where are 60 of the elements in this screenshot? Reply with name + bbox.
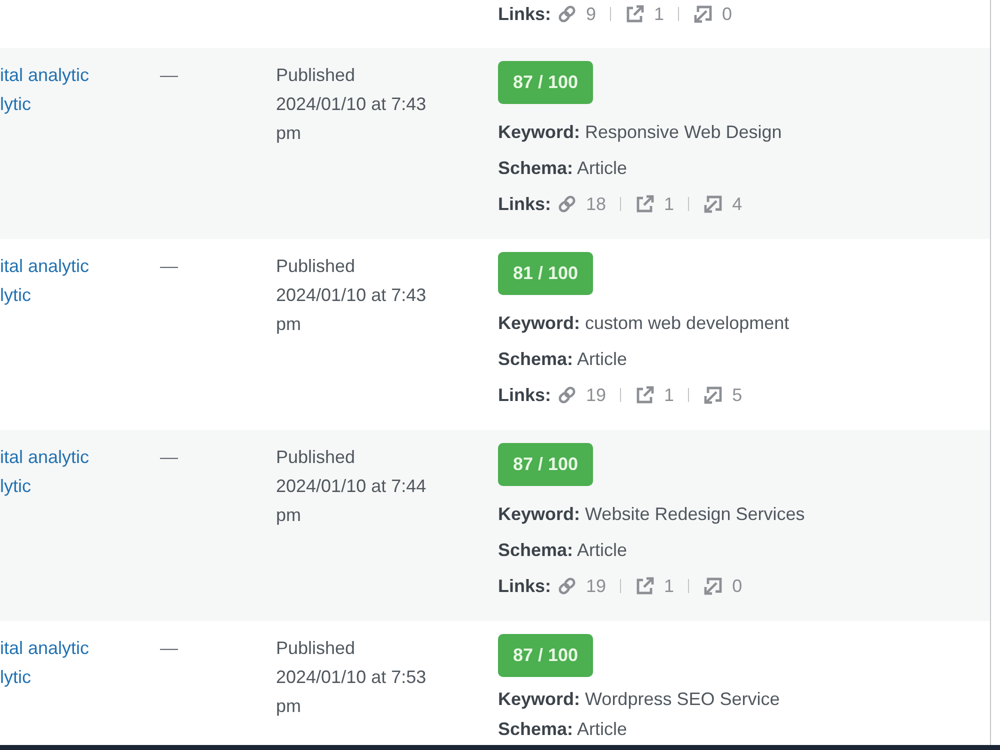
term-link[interactable]: lytic	[0, 663, 31, 692]
empty-value-dash: —	[160, 637, 178, 660]
chain-link-icon	[557, 385, 578, 405]
links-label: Links:	[498, 576, 552, 596]
seo-score-badge: 87 / 100	[498, 443, 594, 486]
incoming-arrow-box-icon	[703, 385, 724, 405]
chain-link-icon	[557, 194, 578, 214]
empty-value-dash: —	[160, 255, 178, 278]
term-link[interactable]: lytic	[0, 281, 31, 310]
term-link[interactable]: ital analytic	[0, 634, 90, 663]
focus-keyword: Keyword: Website Redesign Services	[498, 503, 805, 526]
incoming-link-count: 4	[732, 194, 742, 214]
external-link-icon	[635, 385, 656, 405]
post-status: Published	[276, 255, 356, 278]
external-link-count: 1	[654, 4, 664, 24]
empty-value-dash: —	[160, 446, 178, 469]
internal-link-count: 19	[586, 576, 606, 596]
schema-type: Schema: Article	[498, 718, 628, 741]
term-link[interactable]: ital analytic	[0, 61, 90, 90]
external-link-count: 1	[664, 384, 674, 406]
term-link[interactable]: ital analytic	[0, 252, 90, 281]
publish-date: 2024/01/10 at 7:43 pm	[276, 284, 428, 336]
term-link[interactable]: lytic	[0, 472, 31, 501]
external-link-icon	[635, 194, 656, 214]
seo-score-badge: 87 / 100	[498, 61, 594, 104]
external-link-count: 1	[664, 576, 674, 596]
schema-type: Schema: Article	[498, 539, 628, 562]
schema-type: Schema: Article	[498, 157, 628, 180]
schema-type: Schema: Article	[498, 348, 628, 371]
post-status: Published	[276, 64, 356, 87]
publish-date: 2024/01/10 at 7:53 pm	[276, 666, 428, 718]
chain-link-icon	[557, 576, 578, 596]
seo-score-badge: 81 / 100	[498, 252, 594, 295]
external-link-icon	[625, 4, 646, 24]
post-status: Published	[276, 637, 356, 660]
internal-link-count: 19	[586, 384, 606, 406]
incoming-link-count: 0	[732, 576, 742, 596]
internal-link-count: 18	[586, 194, 606, 214]
incoming-link-count: 5	[732, 384, 742, 406]
incoming-arrow-box-icon	[703, 576, 724, 596]
external-link-count: 1	[664, 194, 674, 214]
focus-keyword: Keyword: custom web development	[498, 312, 790, 335]
links-label: Links:	[498, 384, 552, 406]
empty-value-dash: —	[160, 64, 178, 87]
term-link[interactable]: lytic	[0, 90, 31, 119]
seo-score-badge: 87 / 100	[498, 634, 594, 677]
external-link-icon	[635, 576, 656, 596]
term-link[interactable]: ital analytic	[0, 443, 90, 472]
publish-date: 2024/01/10 at 7:43 pm	[276, 93, 428, 145]
post-status: Published	[276, 446, 356, 469]
focus-keyword: Keyword: Wordpress SEO Service	[498, 688, 780, 711]
links-label: Links:	[498, 4, 552, 24]
internal-link-count: 9	[586, 4, 596, 24]
incoming-arrow-box-icon	[693, 4, 714, 24]
incoming-link-count: 0	[722, 4, 732, 24]
incoming-arrow-box-icon	[703, 194, 724, 214]
publish-date: 2024/01/10 at 7:44 pm	[276, 475, 428, 527]
focus-keyword: Keyword: Responsive Web Design	[498, 121, 782, 144]
chain-link-icon	[557, 4, 578, 24]
links-label: Links:	[498, 194, 552, 214]
